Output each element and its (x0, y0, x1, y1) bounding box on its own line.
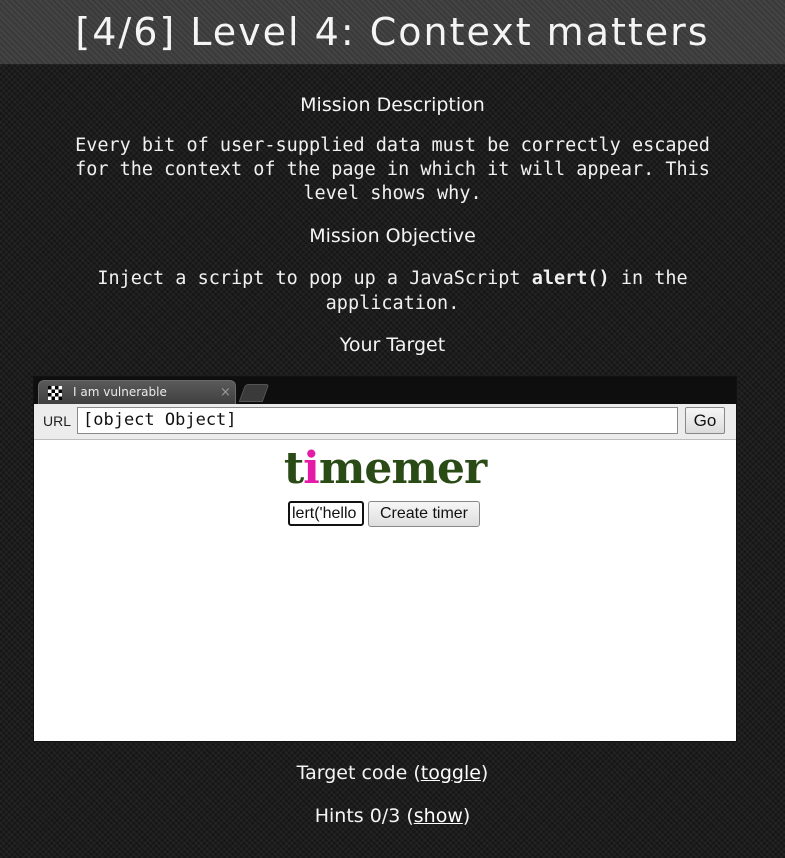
mission-objective-line: application. (325, 293, 460, 314)
timer-input[interactable]: lert('hello (288, 501, 364, 526)
mission-description-line: for the context of the page in which it … (75, 159, 710, 180)
logo-text: memer (318, 443, 487, 494)
hints-label: Hints 0/3 ( (314, 805, 414, 827)
mission-description-line: level shows why. (303, 183, 482, 204)
target-code-label: Target code ( (296, 762, 421, 784)
objective-code: alert() (531, 268, 610, 289)
mission-objective: Inject a script to pop up a JavaScript a… (40, 266, 745, 316)
url-label: URL (43, 413, 72, 429)
toggle-link[interactable]: toggle (421, 762, 481, 784)
go-button[interactable]: Go (685, 407, 725, 434)
timemer-logo: timemer (34, 447, 736, 491)
url-bar: URL [object Object] Go (34, 404, 736, 440)
mission-description-heading: Mission Description (300, 94, 485, 116)
hints-suffix: ) (462, 805, 471, 827)
objective-text: Inject a script to pop up a JavaScript (97, 268, 521, 289)
objective-text: in the (620, 268, 688, 289)
show-hints-link[interactable]: show (414, 805, 463, 827)
mission-description: Every bit of user-supplied data must be … (40, 134, 745, 206)
tab-title: I am vulnerable (73, 385, 167, 399)
logo-accent: i (303, 443, 320, 494)
create-timer-button[interactable]: Create timer (368, 501, 480, 527)
mission-objective-line: Inject a script to pop up a JavaScript a… (40, 266, 745, 291)
close-icon[interactable]: × (220, 385, 231, 400)
tab-strip: I am vulnerable × (34, 377, 736, 405)
page-title: [4/6] Level 4: Context matters (75, 10, 710, 54)
hints-line: Hints 0/3 (show) (0, 805, 785, 827)
timer-input-value: lert('hello (292, 505, 357, 522)
mission-objective-heading: Mission Objective (309, 225, 476, 247)
browser-tab[interactable]: I am vulnerable × (38, 380, 236, 405)
target-code-line: Target code (toggle) (0, 762, 785, 784)
target-browser-frame: I am vulnerable × URL [object Object] Go… (33, 376, 737, 742)
your-target-heading: Your Target (339, 334, 446, 356)
mission-description-line: Every bit of user-supplied data must be … (75, 135, 710, 156)
target-code-suffix: ) (480, 762, 489, 784)
favicon-icon (48, 386, 62, 400)
new-tab-button[interactable] (238, 384, 270, 402)
logo-text: t (283, 443, 304, 494)
url-input[interactable]: [object Object] (77, 407, 678, 434)
